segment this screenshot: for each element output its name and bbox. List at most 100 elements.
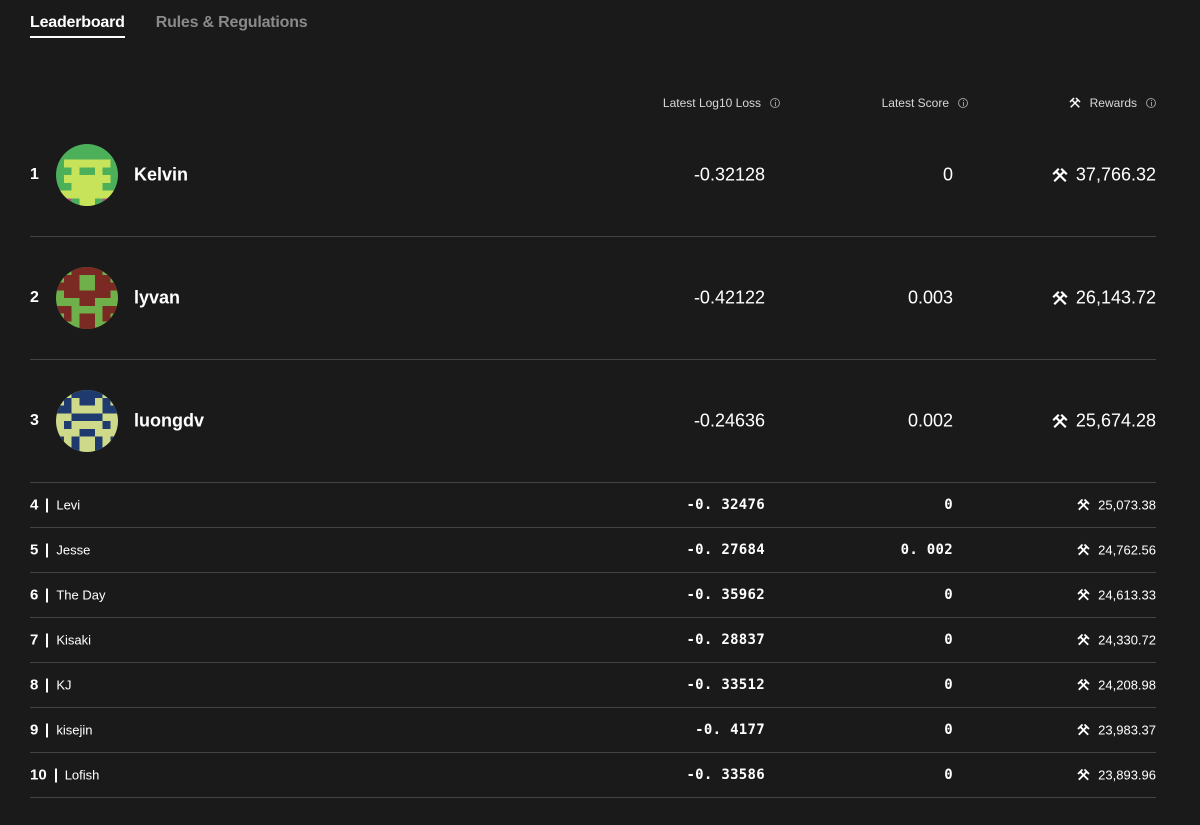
reward-value: 26,143.72: [1075, 287, 1156, 308]
separator: [46, 543, 49, 557]
column-header-score: Latest Score: [882, 96, 968, 110]
rank-cell: 9 kisejin: [30, 722, 92, 739]
avatar: [56, 144, 118, 206]
leaderboard-row[interactable]: 10 Lofish -0. 33586 0 23,893.96: [30, 753, 1156, 798]
tab-bar: Leaderboard Rules & Regulations: [30, 14, 308, 38]
reward-value: 24,330.72: [1098, 632, 1156, 648]
player-name[interactable]: Levi: [56, 498, 80, 513]
latest-score: 0: [944, 767, 953, 783]
column-header-rewards: Rewards: [1069, 96, 1156, 110]
player-name[interactable]: Lofish: [65, 768, 100, 783]
reward: 24,613.33: [1077, 588, 1156, 603]
rank: 7: [30, 631, 39, 649]
latest-loss: -0. 33586: [686, 767, 765, 783]
separator: [46, 588, 49, 602]
pick-hammer-icon: [1052, 413, 1068, 429]
rank: 10: [30, 766, 47, 784]
reward: 25,674.28: [1052, 411, 1156, 432]
player-name[interactable]: The Day: [56, 588, 105, 603]
separator: [46, 633, 49, 647]
info-icon[interactable]: [958, 98, 968, 108]
info-icon[interactable]: [770, 98, 780, 108]
leaderboard-page: Leaderboard Rules & Regulations Latest L…: [0, 0, 1200, 825]
latest-loss: -0. 32476: [686, 497, 765, 513]
column-header-rewards-label: Rewards: [1089, 96, 1137, 110]
player-name[interactable]: kisejin: [56, 723, 92, 738]
pick-hammer-icon: [1077, 678, 1090, 692]
avatar: [56, 267, 118, 329]
rank-cell: 10 Lofish: [30, 767, 99, 784]
rank-cell: 5 Jesse: [30, 542, 90, 559]
player-name[interactable]: Jesse: [56, 543, 90, 558]
reward-value: 23,893.96: [1098, 767, 1156, 783]
latest-score: 0. 002: [900, 542, 953, 558]
reward: 23,983.37: [1077, 723, 1156, 738]
latest-loss: -0. 4177: [695, 722, 765, 738]
leaderboard-top-row[interactable]: 1 Kelvin -0.32128 0 37,766.32: [30, 114, 1156, 237]
tab-leaderboard[interactable]: Leaderboard: [30, 14, 125, 38]
leaderboard-row[interactable]: 9 kisejin -0. 4177 0 23,983.37: [30, 708, 1156, 753]
latest-score: 0: [942, 164, 953, 185]
latest-score: 0: [944, 497, 953, 513]
pick-hammer-icon: [1077, 543, 1090, 557]
leaderboard-top-row[interactable]: 2 lyvan -0.42122 0.003 26,143.72: [30, 237, 1156, 360]
pick-hammer-icon: [1077, 723, 1090, 737]
reward-value: 25,073.38: [1098, 497, 1156, 513]
reward-value: 23,983.37: [1098, 722, 1156, 738]
player-name[interactable]: Kelvin: [134, 165, 188, 186]
rank-cell: 7 Kisaki: [30, 632, 91, 649]
reward: 37,766.32: [1052, 165, 1156, 186]
leaderboard-row[interactable]: 6 The Day -0. 35962 0 24,613.33: [30, 573, 1156, 618]
avatar: [56, 390, 118, 452]
player-name[interactable]: luongdv: [134, 411, 204, 432]
separator: [46, 498, 49, 512]
rank: 8: [30, 676, 39, 694]
column-header-loss: Latest Log10 Loss: [663, 96, 780, 110]
rank: 5: [30, 541, 39, 559]
latest-score: 0: [944, 677, 953, 693]
reward-value: 24,208.98: [1098, 677, 1156, 693]
reward-value: 37,766.32: [1075, 164, 1156, 185]
column-header-loss-label: Latest Log10 Loss: [662, 96, 761, 110]
leaderboard-top-row[interactable]: 3 luongdv -0.24636 0.002 25,674.28: [30, 360, 1156, 483]
reward-value: 25,674.28: [1075, 410, 1156, 431]
player-name[interactable]: KJ: [56, 678, 71, 693]
reward: 24,330.72: [1077, 633, 1156, 648]
rank-cell: 8 KJ: [30, 677, 72, 694]
latest-loss: -0. 28837: [686, 632, 765, 648]
rank-cell: 4 Levi: [30, 497, 80, 514]
column-header-score-label: Latest Score: [881, 96, 949, 110]
latest-loss: -0.24636: [693, 410, 765, 431]
reward: 25,073.38: [1077, 498, 1156, 513]
leaderboard-row[interactable]: 7 Kisaki -0. 28837 0 24,330.72: [30, 618, 1156, 663]
rank: 4: [30, 496, 39, 514]
reward-value: 24,762.56: [1098, 542, 1156, 558]
leaderboard-row[interactable]: 5 Jesse -0. 27684 0. 002 24,762.56: [30, 528, 1156, 573]
separator: [46, 678, 49, 692]
leaderboard-row[interactable]: 4 Levi -0. 32476 0 25,073.38: [30, 483, 1156, 528]
rank: 6: [30, 586, 39, 604]
latest-score: 0: [944, 722, 953, 738]
player-name[interactable]: lyvan: [134, 288, 180, 309]
reward: 26,143.72: [1052, 288, 1156, 309]
rank: 2: [30, 289, 39, 306]
rank: 9: [30, 721, 39, 739]
latest-score: 0.002: [907, 410, 953, 431]
latest-loss: -0.42122: [693, 287, 765, 308]
separator: [54, 768, 57, 782]
leaderboard-row[interactable]: 8 KJ -0. 33512 0 24,208.98: [30, 663, 1156, 708]
latest-score: 0: [944, 587, 953, 603]
pick-hammer-icon: [1077, 588, 1090, 602]
latest-loss: -0. 33512: [686, 677, 765, 693]
pick-hammer-icon: [1077, 768, 1090, 782]
info-icon[interactable]: [1146, 98, 1156, 108]
rank: 1: [30, 166, 39, 183]
pick-hammer-icon: [1052, 167, 1068, 183]
pick-hammer-icon: [1077, 633, 1090, 647]
tab-rules-regulations[interactable]: Rules & Regulations: [156, 14, 308, 38]
latest-score: 0: [944, 632, 953, 648]
player-name[interactable]: Kisaki: [56, 633, 91, 648]
pick-hammer-icon: [1069, 97, 1081, 109]
latest-loss: -0. 27684: [686, 542, 765, 558]
reward: 24,208.98: [1077, 678, 1156, 693]
